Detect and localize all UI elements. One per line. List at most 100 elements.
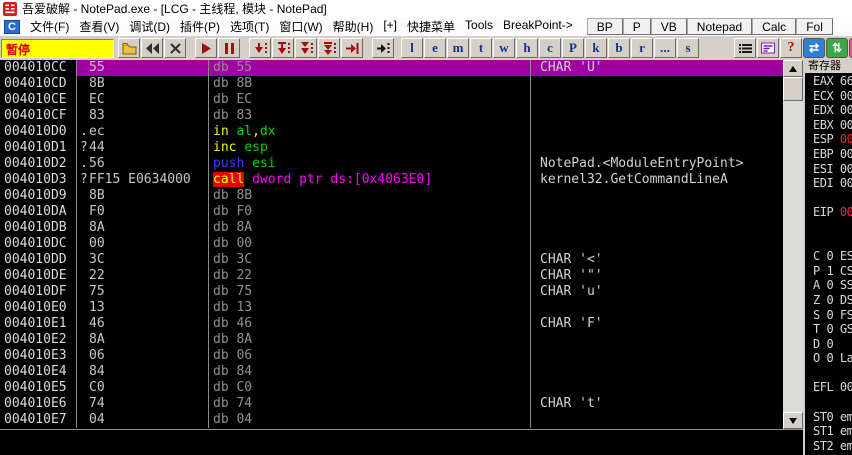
disasm-row[interactable]: 004010E3 06db 06 — [0, 348, 783, 364]
run-button[interactable] — [195, 38, 217, 58]
menu-item-options[interactable]: 选项(T) — [230, 18, 269, 35]
disasm-row[interactable]: 004010DA F0db F0 — [0, 204, 783, 220]
windows-list-button[interactable] — [734, 38, 756, 58]
toolbar-letter-l[interactable]: l — [401, 38, 423, 58]
menu-item-breakpoint[interactable]: BreakPoint-> — [503, 18, 573, 35]
register-line[interactable]: C 0 ES — [805, 249, 852, 264]
register-line[interactable]: EFL 00 — [805, 380, 852, 395]
menu-button-fol[interactable]: Fol — [796, 18, 833, 35]
menu-item-debug[interactable]: 调试(D) — [129, 18, 170, 35]
register-line[interactable]: T 0 GS — [805, 322, 852, 337]
disassembly-scrollbar[interactable] — [783, 60, 803, 429]
disasm-row[interactable]: 004010D2.56push esiNotePad.<ModuleEntryP… — [0, 156, 783, 172]
register-line[interactable]: A 0 SS — [805, 278, 852, 293]
toolbar-letter-m[interactable]: m — [447, 38, 469, 58]
step-over-button[interactable] — [272, 38, 294, 58]
disasm-row[interactable]: 004010E0 13db 13 — [0, 300, 783, 316]
restart-button[interactable] — [141, 38, 163, 58]
step-into-button[interactable] — [249, 38, 271, 58]
menu-button-notepad[interactable]: Notepad — [687, 18, 752, 35]
register-line[interactable]: ESP 00 — [805, 132, 852, 147]
disasm-row[interactable]: 004010E5 C0db C0 — [0, 380, 783, 396]
toolbar-letter-t[interactable]: t — [470, 38, 492, 58]
disasm-row[interactable]: 004010CD 8Bdb 8B — [0, 76, 783, 92]
plugin-updown-button[interactable]: ⇅ — [826, 38, 848, 58]
register-line[interactable]: P 1 CS — [805, 264, 852, 279]
toolbar-letter-h[interactable]: h — [516, 38, 538, 58]
register-line[interactable]: ST1 empty — [805, 424, 852, 439]
register-line[interactable]: Z 0 DS — [805, 293, 852, 308]
menu-item-view[interactable]: 查看(V) — [79, 18, 119, 35]
menu-item-file[interactable]: 文件(F) — [30, 18, 69, 35]
register-line[interactable]: ECX 00 — [805, 89, 852, 104]
shortcut-editor-button[interactable] — [757, 38, 779, 58]
menu-button-vb[interactable]: VB — [651, 18, 687, 35]
register-line[interactable]: EDI 00 — [805, 176, 852, 191]
disasm-row[interactable]: 004010D3?FF15 E0634000call dword ptr ds:… — [0, 172, 783, 188]
toolbar-letter-more[interactable]: ... — [654, 38, 676, 58]
close-process-button[interactable] — [164, 38, 186, 58]
menu-button-p[interactable]: P — [623, 18, 651, 35]
open-file-button[interactable] — [118, 38, 140, 58]
menu-item-tools[interactable]: Tools — [465, 18, 493, 35]
menu-item-window[interactable]: 窗口(W) — [279, 18, 322, 35]
plugin-sync-button[interactable]: ⇄ — [803, 38, 825, 58]
trace-into-button[interactable] — [295, 38, 317, 58]
disasm-row[interactable]: 004010E4 84db 84 — [0, 364, 783, 380]
register-line[interactable] — [805, 191, 852, 206]
disasm-row[interactable]: 004010CC 55db 55CHAR 'U' — [0, 60, 783, 76]
register-line[interactable] — [805, 366, 852, 381]
menu-item-quick-menu[interactable]: 快捷菜单 — [407, 18, 455, 35]
register-line[interactable]: EDX 00 — [805, 103, 852, 118]
toolbar-letter-c[interactable]: c — [539, 38, 561, 58]
register-line[interactable]: D 0 — [805, 337, 852, 352]
register-line[interactable]: ST2 empty — [805, 439, 852, 454]
toolbar-letter-s[interactable]: s — [677, 38, 699, 58]
disasm-row[interactable]: 004010E1 46db 46CHAR 'F' — [0, 316, 783, 332]
register-line[interactable]: ST0 empty — [805, 410, 852, 425]
pause-button[interactable] — [218, 38, 240, 58]
disasm-row[interactable]: 004010DB 8Adb 8A — [0, 220, 783, 236]
menu-button-bp[interactable]: BP — [587, 18, 623, 35]
toolbar-letter-r[interactable]: r — [631, 38, 653, 58]
menu-item-plugins[interactable]: 插件(P) — [180, 18, 220, 35]
toolbar-letter-k[interactable]: k — [585, 38, 607, 58]
disasm-row[interactable]: 004010E2 8Adb 8A — [0, 332, 783, 348]
toolbar-letter-w[interactable]: w — [493, 38, 515, 58]
register-line[interactable]: EBP 00 — [805, 147, 852, 162]
menu-item-plus[interactable]: [+] — [383, 18, 397, 35]
scrollbar-thumb[interactable] — [783, 77, 803, 101]
toolbar-letter-e[interactable]: e — [424, 38, 446, 58]
disasm-row[interactable]: 004010CF 83db 83 — [0, 108, 783, 124]
register-line[interactable]: EIP 00 — [805, 205, 852, 220]
disasm-row[interactable]: 004010E7 04db 04 — [0, 412, 783, 428]
go-to-user-code-button[interactable] — [372, 38, 394, 58]
help-button[interactable]: ? — [780, 38, 802, 58]
disasm-row[interactable]: 004010DC 00db 00 — [0, 236, 783, 252]
disasm-row[interactable]: 004010CE ECdb EC — [0, 92, 783, 108]
register-line[interactable]: EAX 66 — [805, 74, 852, 89]
disasm-row[interactable]: 004010DD 3Cdb 3CCHAR '<' — [0, 252, 783, 268]
disasm-row[interactable]: 004010D0.ecin al,dx — [0, 124, 783, 140]
scroll-down-button[interactable] — [783, 412, 803, 429]
register-line[interactable] — [805, 235, 852, 250]
register-line[interactable]: ESI 00 — [805, 162, 852, 177]
disasm-row[interactable]: 004010D9 8Bdb 8B — [0, 188, 783, 204]
trace-over-button[interactable] — [318, 38, 340, 58]
disasm-row[interactable]: 004010E6 74db 74CHAR 't' — [0, 396, 783, 412]
toolbar-letter-P[interactable]: P — [562, 38, 584, 58]
register-line[interactable]: O 0 LastErr — [805, 351, 852, 366]
execute-till-return-button[interactable] — [341, 38, 363, 58]
scroll-up-button[interactable] — [783, 60, 803, 77]
toolbar-letter-b[interactable]: b — [608, 38, 630, 58]
disasm-row[interactable]: 004010DF 75db 75CHAR 'u' — [0, 284, 783, 300]
register-line[interactable]: S 0 FS — [805, 308, 852, 323]
register-line[interactable] — [805, 395, 852, 410]
disasm-row[interactable]: 004010DE 22db 22CHAR '"' — [0, 268, 783, 284]
disasm-row[interactable]: 004010D1?44inc esp — [0, 140, 783, 156]
menu-button-calc[interactable]: Calc — [752, 18, 796, 35]
cpu-window-icon[interactable]: C — [4, 20, 20, 34]
menu-item-help[interactable]: 帮助(H) — [333, 18, 374, 35]
register-line[interactable]: EBX 00 — [805, 118, 852, 133]
register-line[interactable] — [805, 220, 852, 235]
